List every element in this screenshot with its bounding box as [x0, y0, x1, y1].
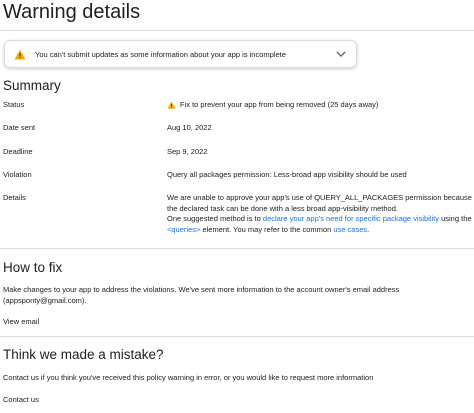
deadline-label: Deadline	[3, 147, 33, 156]
status-text: Fix to prevent your app from being remov…	[180, 100, 379, 109]
incomplete-info-banner[interactable]: You can't submit updates as some informa…	[4, 40, 357, 68]
details-value: We are unable to approve your app's use …	[167, 193, 472, 234]
title-divider	[0, 30, 474, 31]
mistake-heading: Think we made a mistake?	[3, 347, 164, 362]
summary-heading: Summary	[3, 78, 61, 93]
banner-message: You can't submit updates as some informa…	[35, 49, 286, 59]
section-divider	[0, 248, 474, 249]
date-sent-label: Date sent	[3, 123, 36, 132]
violation-value: Query all packages permission: Less-broa…	[167, 170, 407, 179]
queries-link[interactable]: <queries>	[167, 225, 200, 234]
use-cases-link[interactable]: use cases	[333, 225, 367, 234]
status-label: Status	[3, 100, 25, 109]
details-label: Details	[3, 193, 26, 202]
view-email-link[interactable]: View email	[3, 317, 39, 328]
how-to-fix-text: Make changes to your app to address the …	[3, 285, 400, 305]
warning-icon	[14, 49, 26, 59]
chevron-down-icon[interactable]	[336, 51, 346, 57]
how-to-fix-heading: How to fix	[3, 260, 63, 275]
details-text: We are unable to approve your app's use …	[167, 193, 472, 213]
section-divider	[0, 336, 474, 337]
date-sent-value: Aug 10, 2022	[167, 123, 212, 132]
status-value: Fix to prevent your app from being remov…	[167, 100, 378, 110]
contact-us-link[interactable]: Contact us	[3, 395, 39, 406]
deadline-value: Sep 9, 2022	[167, 147, 208, 156]
violation-label: Violation	[3, 170, 32, 179]
warning-icon	[167, 101, 176, 109]
page-title: Warning details	[3, 1, 141, 23]
package-visibility-link[interactable]: declare your app's need for specific pac…	[263, 214, 439, 223]
mistake-text: Contact us if you think you've received …	[3, 373, 374, 382]
